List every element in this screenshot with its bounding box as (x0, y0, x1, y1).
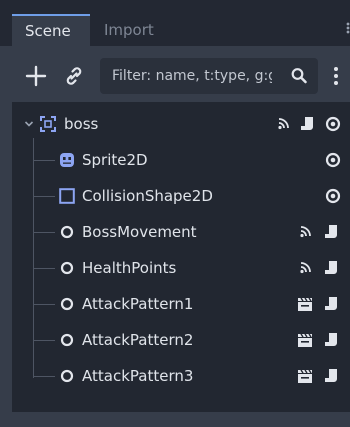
collision-shape-icon (59, 188, 75, 204)
script-icon[interactable] (300, 115, 314, 133)
tree-guide-branch (33, 304, 55, 305)
visibility-eye-icon[interactable] (324, 187, 342, 205)
visibility-eye-icon[interactable] (324, 115, 342, 133)
plus-icon (25, 65, 47, 87)
signal-icon[interactable] (298, 223, 314, 241)
tree-guide-branch (33, 160, 55, 161)
tree-item-label: AttackPattern1 (82, 295, 194, 313)
tab-import[interactable]: Import (104, 14, 154, 46)
tree-item-boss[interactable]: boss (12, 106, 350, 142)
tree-item-healthpoints[interactable]: HealthPoints (12, 250, 350, 286)
filter-field[interactable] (100, 58, 318, 94)
tree-item-attackpattern3[interactable]: AttackPattern3 (12, 358, 350, 394)
dock-menu-icon[interactable] (346, 22, 350, 34)
script-icon[interactable] (324, 223, 338, 241)
tab-scene[interactable]: Scene (12, 14, 90, 46)
tree-item-label: HealthPoints (82, 259, 177, 277)
script-icon[interactable] (324, 295, 338, 313)
signal-icon[interactable] (276, 115, 292, 133)
tab-import-label: Import (104, 21, 154, 39)
script-icon[interactable] (324, 331, 338, 349)
tree-item-label: AttackPattern2 (82, 331, 194, 349)
node2d-icon (40, 116, 56, 132)
tree-guide-branch (33, 340, 55, 341)
scene-tree: boss Sprite2D CollisionShape2D BossMovem… (12, 102, 350, 412)
node-circle-icon (60, 261, 74, 275)
tree-item-label: CollisionShape2D (82, 187, 213, 205)
collapse-arrow-icon[interactable] (24, 120, 34, 128)
node-circle-icon (60, 225, 74, 239)
clapperboard-icon[interactable] (296, 367, 314, 385)
clapperboard-icon[interactable] (296, 295, 314, 313)
sprite2d-icon (60, 153, 74, 167)
tree-guide-branch (33, 196, 55, 197)
clapperboard-icon[interactable] (296, 331, 314, 349)
instance-scene-button[interactable] (60, 62, 88, 90)
tab-scene-label: Scene (25, 22, 71, 40)
dock-tab-bar: Scene Import (0, 0, 350, 46)
visibility-eye-icon[interactable] (324, 151, 342, 169)
script-icon[interactable] (324, 367, 338, 385)
filter-input[interactable] (112, 58, 272, 94)
tree-guide-branch (33, 376, 55, 377)
node-circle-icon (60, 369, 74, 383)
chain-link-icon (66, 67, 82, 85)
script-icon[interactable] (324, 259, 338, 277)
tree-item-attackpattern1[interactable]: AttackPattern1 (12, 286, 350, 322)
tree-item-attackpattern2[interactable]: AttackPattern2 (12, 322, 350, 358)
tree-item-label: Sprite2D (82, 151, 148, 169)
tree-item-label: BossMovement (82, 223, 197, 241)
tree-item-label: boss (64, 115, 99, 133)
tree-item-collisionshape2d[interactable]: CollisionShape2D (12, 178, 350, 214)
tree-guide-branch (33, 232, 55, 233)
more-options-button[interactable] (330, 62, 342, 90)
tree-guide-branch (33, 268, 55, 269)
search-icon[interactable] (290, 66, 308, 86)
scene-toolbar (12, 58, 350, 94)
node-circle-icon (60, 297, 74, 311)
node-circle-icon (60, 333, 74, 347)
kebab-menu-icon (334, 67, 338, 85)
tree-item-label: AttackPattern3 (82, 367, 194, 385)
signal-icon[interactable] (298, 259, 314, 277)
scene-dock: Scene Import Filter: name, t:type, g:gro… (0, 0, 350, 427)
tree-item-sprite2d[interactable]: Sprite2D (12, 142, 350, 178)
tree-item-bossmovement[interactable]: BossMovement (12, 214, 350, 250)
add-node-button[interactable] (24, 62, 48, 90)
